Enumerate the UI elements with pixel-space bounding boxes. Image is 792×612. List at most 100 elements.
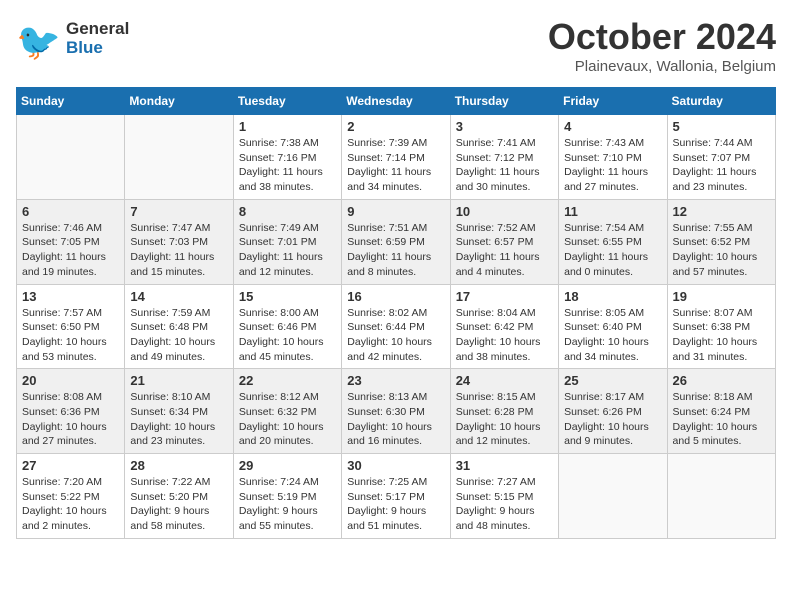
day-number: 23 bbox=[347, 373, 444, 388]
day-number: 17 bbox=[456, 289, 553, 304]
day-info: Sunrise: 8:02 AMSunset: 6:44 PMDaylight:… bbox=[347, 306, 444, 365]
day-number: 25 bbox=[564, 373, 661, 388]
day-number: 19 bbox=[673, 289, 770, 304]
day-number: 15 bbox=[239, 289, 336, 304]
day-info: Sunrise: 7:22 AMSunset: 5:20 PMDaylight:… bbox=[130, 475, 227, 534]
day-info: Sunrise: 7:59 AMSunset: 6:48 PMDaylight:… bbox=[130, 306, 227, 365]
day-info: Sunrise: 7:44 AMSunset: 7:07 PMDaylight:… bbox=[673, 136, 770, 195]
logo-blue: Blue bbox=[66, 39, 129, 58]
calendar-cell: 24 Sunrise: 8:15 AMSunset: 6:28 PMDayligh… bbox=[450, 369, 558, 454]
day-number: 20 bbox=[22, 373, 119, 388]
day-info: Sunrise: 7:54 AMSunset: 6:55 PMDaylight:… bbox=[564, 221, 661, 280]
calendar-cell: 30 Sunrise: 7:25 AMSunset: 5:17 PMDayligh… bbox=[342, 454, 450, 539]
day-info: Sunrise: 7:38 AMSunset: 7:16 PMDaylight:… bbox=[239, 136, 336, 195]
title-area: October 2024 Plainevaux, Wallonia, Belgi… bbox=[548, 16, 776, 75]
location: Plainevaux, Wallonia, Belgium bbox=[548, 58, 776, 75]
day-info: Sunrise: 7:55 AMSunset: 6:52 PMDaylight:… bbox=[673, 221, 770, 280]
day-info: Sunrise: 7:20 AMSunset: 5:22 PMDaylight:… bbox=[22, 475, 119, 534]
calendar-cell: 10 Sunrise: 7:52 AMSunset: 6:57 PMDayligh… bbox=[450, 199, 558, 284]
calendar-cell: 11Sunrise: 7:54 AMSunset: 6:55 PMDayligh… bbox=[559, 199, 667, 284]
day-number: 14 bbox=[130, 289, 227, 304]
day-info: Sunrise: 7:39 AMSunset: 7:14 PMDaylight:… bbox=[347, 136, 444, 195]
calendar-cell: 7Sunrise: 7:47 AMSunset: 7:03 PMDaylight… bbox=[125, 199, 233, 284]
calendar-cell: 21 Sunrise: 8:10 AMSunset: 6:34 PMDayligh… bbox=[125, 369, 233, 454]
day-info: Sunrise: 7:49 AMSunset: 7:01 PMDaylight:… bbox=[239, 221, 336, 280]
day-info: Sunrise: 8:18 AMSunset: 6:24 PMDaylight:… bbox=[673, 390, 770, 449]
weekday-header-saturday: Saturday bbox=[667, 88, 775, 115]
calendar-cell: 5 Sunrise: 7:44 AMSunset: 7:07 PMDaylight… bbox=[667, 115, 775, 200]
weekday-header-monday: Monday bbox=[125, 88, 233, 115]
day-info: Sunrise: 7:25 AMSunset: 5:17 PMDaylight:… bbox=[347, 475, 444, 534]
calendar-cell bbox=[125, 115, 233, 200]
day-number: 13 bbox=[22, 289, 119, 304]
calendar-cell bbox=[667, 454, 775, 539]
day-info: Sunrise: 7:43 AMSunset: 7:10 PMDaylight:… bbox=[564, 136, 661, 195]
calendar-cell: 4Sunrise: 7:43 AMSunset: 7:10 PMDaylight… bbox=[559, 115, 667, 200]
calendar-cell: 19 Sunrise: 8:07 AMSunset: 6:38 PMDayligh… bbox=[667, 284, 775, 369]
day-info: Sunrise: 8:04 AMSunset: 6:42 PMDaylight:… bbox=[456, 306, 553, 365]
header: 🐦 General Blue October 2024 Plainevaux, … bbox=[16, 16, 776, 75]
calendar-cell: 2 Sunrise: 7:39 AMSunset: 7:14 PMDaylight… bbox=[342, 115, 450, 200]
svg-text:🐦: 🐦 bbox=[16, 21, 61, 61]
day-number: 22 bbox=[239, 373, 336, 388]
calendar-cell: 29 Sunrise: 7:24 AMSunset: 5:19 PMDayligh… bbox=[233, 454, 341, 539]
calendar-cell: 28 Sunrise: 7:22 AMSunset: 5:20 PMDayligh… bbox=[125, 454, 233, 539]
calendar-cell: 16 Sunrise: 8:02 AMSunset: 6:44 PMDayligh… bbox=[342, 284, 450, 369]
day-number: 8 bbox=[239, 204, 336, 219]
calendar-cell: 9 Sunrise: 7:51 AMSunset: 6:59 PMDaylight… bbox=[342, 199, 450, 284]
day-number: 28 bbox=[130, 458, 227, 473]
calendar-cell: 3 Sunrise: 7:41 AMSunset: 7:12 PMDaylight… bbox=[450, 115, 558, 200]
weekday-header-wednesday: Wednesday bbox=[342, 88, 450, 115]
day-info: Sunrise: 7:24 AMSunset: 5:19 PMDaylight:… bbox=[239, 475, 336, 534]
calendar-cell: 17 Sunrise: 8:04 AMSunset: 6:42 PMDayligh… bbox=[450, 284, 558, 369]
weekday-header-sunday: Sunday bbox=[17, 88, 125, 115]
day-number: 16 bbox=[347, 289, 444, 304]
weekday-header-tuesday: Tuesday bbox=[233, 88, 341, 115]
day-info: Sunrise: 8:00 AMSunset: 6:46 PMDaylight:… bbox=[239, 306, 336, 365]
calendar-cell: 23 Sunrise: 8:13 AMSunset: 6:30 PMDayligh… bbox=[342, 369, 450, 454]
day-info: Sunrise: 7:41 AMSunset: 7:12 PMDaylight:… bbox=[456, 136, 553, 195]
calendar-cell bbox=[559, 454, 667, 539]
day-number: 7 bbox=[130, 204, 227, 219]
day-number: 18 bbox=[564, 289, 661, 304]
calendar-cell: 15 Sunrise: 8:00 AMSunset: 6:46 PMDayligh… bbox=[233, 284, 341, 369]
day-info: Sunrise: 8:10 AMSunset: 6:34 PMDaylight:… bbox=[130, 390, 227, 449]
calendar-cell: 31Sunrise: 7:27 AMSunset: 5:15 PMDayligh… bbox=[450, 454, 558, 539]
day-number: 9 bbox=[347, 204, 444, 219]
weekday-header-friday: Friday bbox=[559, 88, 667, 115]
weekday-header-thursday: Thursday bbox=[450, 88, 558, 115]
calendar-cell: 6Sunrise: 7:46 AMSunset: 7:05 PMDaylight… bbox=[17, 199, 125, 284]
day-number: 6 bbox=[22, 204, 119, 219]
calendar-cell: 25 Sunrise: 8:17 AMSunset: 6:26 PMDayligh… bbox=[559, 369, 667, 454]
calendar-cell: 14 Sunrise: 7:59 AMSunset: 6:48 PMDayligh… bbox=[125, 284, 233, 369]
calendar-cell: 12 Sunrise: 7:55 AMSunset: 6:52 PMDayligh… bbox=[667, 199, 775, 284]
day-info: Sunrise: 8:08 AMSunset: 6:36 PMDaylight:… bbox=[22, 390, 119, 449]
day-number: 12 bbox=[673, 204, 770, 219]
day-number: 10 bbox=[456, 204, 553, 219]
day-info: Sunrise: 8:15 AMSunset: 6:28 PMDaylight:… bbox=[456, 390, 553, 449]
day-number: 3 bbox=[456, 119, 553, 134]
day-info: Sunrise: 7:57 AMSunset: 6:50 PMDaylight:… bbox=[22, 306, 119, 365]
day-info: Sunrise: 8:13 AMSunset: 6:30 PMDaylight:… bbox=[347, 390, 444, 449]
day-info: Sunrise: 7:52 AMSunset: 6:57 PMDaylight:… bbox=[456, 221, 553, 280]
day-number: 2 bbox=[347, 119, 444, 134]
calendar-cell: 22Sunrise: 8:12 AMSunset: 6:32 PMDayligh… bbox=[233, 369, 341, 454]
month-title: October 2024 bbox=[548, 16, 776, 58]
calendar-cell: 27Sunrise: 7:20 AMSunset: 5:22 PMDayligh… bbox=[17, 454, 125, 539]
day-number: 30 bbox=[347, 458, 444, 473]
day-number: 5 bbox=[673, 119, 770, 134]
calendar-cell bbox=[17, 115, 125, 200]
day-number: 29 bbox=[239, 458, 336, 473]
day-info: Sunrise: 7:51 AMSunset: 6:59 PMDaylight:… bbox=[347, 221, 444, 280]
calendar-cell: 1Sunrise: 7:38 AMSunset: 7:16 PMDaylight… bbox=[233, 115, 341, 200]
day-info: Sunrise: 8:07 AMSunset: 6:38 PMDaylight:… bbox=[673, 306, 770, 365]
day-number: 24 bbox=[456, 373, 553, 388]
day-number: 26 bbox=[673, 373, 770, 388]
logo-general: General bbox=[66, 20, 129, 39]
calendar-cell: 13 Sunrise: 7:57 AMSunset: 6:50 PMDayligh… bbox=[17, 284, 125, 369]
calendar-cell: 26 Sunrise: 8:18 AMSunset: 6:24 PMDayligh… bbox=[667, 369, 775, 454]
day-number: 21 bbox=[130, 373, 227, 388]
calendar-table: SundayMondayTuesdayWednesdayThursdayFrid… bbox=[16, 87, 776, 539]
day-info: Sunrise: 8:17 AMSunset: 6:26 PMDaylight:… bbox=[564, 390, 661, 449]
calendar-cell: 18Sunrise: 8:05 AMSunset: 6:40 PMDayligh… bbox=[559, 284, 667, 369]
